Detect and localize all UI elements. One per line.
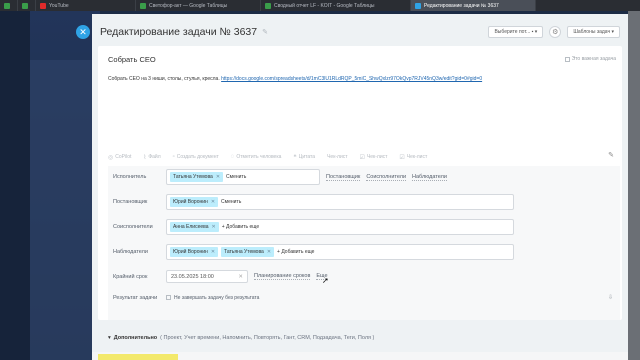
coexecutors-selector[interactable]: Анна Елисеева ✕ + Добавить еще (166, 219, 514, 235)
chevron-down-icon: ▾ (534, 29, 538, 35)
change-creator-link[interactable]: Сменить (221, 199, 241, 205)
pin-icon[interactable]: ⇩ (608, 294, 613, 301)
sheets-icon (140, 2, 146, 9)
field-label: Наблюдатели (113, 249, 148, 255)
task-form: Собрать СЕО Это важная задача Собрать СЕ… (98, 46, 622, 320)
background-panel (30, 60, 92, 360)
sheets-icon (265, 2, 271, 9)
youtube-icon (40, 2, 46, 9)
user-chip: Юрий Воронин ✕ (170, 197, 219, 207)
close-icon: ✕ (79, 26, 87, 37)
observers-selector[interactable]: Юрий Воронин ✕ Татьяна Утемова ✕ + Добавит… (166, 244, 514, 260)
formatting-brush-icon[interactable]: ✎ (608, 151, 614, 159)
toolbar-checklist[interactable]: Чек-лист (327, 154, 347, 160)
task-title-input[interactable]: Собрать СЕО (108, 55, 156, 64)
additional-items: ( Проект, Учет времени, Напомнить, Повто… (160, 335, 375, 341)
creator-selector[interactable]: Юрий Воронин ✕ Сменить (166, 194, 514, 210)
task-description[interactable]: Собрать СЕО на 3 ниши, столы, стулья, кр… (108, 76, 608, 82)
add-creator-link[interactable]: Постановщик (326, 174, 361, 181)
browser-tab[interactable] (0, 0, 18, 11)
document-icon: ▫ (172, 154, 175, 160)
slider-header: Редактирование задачи № 3637 ✎ Выберите … (92, 14, 628, 50)
browser-tab-youtube[interactable]: YouTube (36, 0, 136, 11)
user-chip: Анна Елисеева ✕ (170, 222, 219, 232)
field-deadline: Крайний срок 23.05.2025 18:00 ✕ Планирова… (108, 270, 620, 283)
toolbar-checklist[interactable]: ☑ Чек-лист (360, 154, 388, 161)
paperclip-icon: ⌇ (143, 154, 147, 161)
flow-select[interactable]: Выберите пот... ▪ ▾ (488, 26, 544, 38)
toolbar-checklist[interactable]: ☑ Чек-лист (399, 154, 427, 161)
add-observers-link[interactable]: Наблюдатели (412, 174, 447, 181)
close-slider-button[interactable]: ✕ (76, 25, 90, 39)
pin-icon[interactable]: ✎ (262, 28, 268, 36)
chevron-down-icon: ▾ (108, 335, 111, 341)
change-executor-link[interactable]: Сменить (226, 174, 246, 180)
background-right-edge (628, 11, 640, 360)
field-label: Крайний срок (113, 273, 148, 280)
remove-icon[interactable]: ✕ (211, 199, 215, 205)
templates-button[interactable]: Шаблоны задач ▾ (567, 26, 620, 38)
background-sidebar (0, 11, 30, 360)
result-required-label: Не завершать задачу без результата (174, 294, 260, 301)
remove-icon[interactable]: ✕ (212, 224, 216, 230)
remove-icon[interactable]: ✕ (267, 249, 271, 255)
user-chip: Юрий Воронин ✕ (170, 247, 219, 257)
editor-toolbar: ◎ CoPilot ⌇ Файл ▫ Создать документ ◌ Отмети… (108, 151, 618, 163)
browser-tab[interactable] (18, 0, 36, 11)
field-label: Соисполнители (113, 224, 153, 230)
additional-section[interactable]: ▾ Дополнительно ( Проект, Учет времени, … (108, 335, 374, 341)
bitrix-icon (415, 2, 421, 9)
task-edit-slider: Редактирование задачи № 3637 ✎ Выберите … (92, 14, 628, 360)
toolbar-mention[interactable]: ◌ Отметить человека (231, 154, 282, 160)
toolbar-create-document[interactable]: ▫ Создать документ (173, 154, 219, 160)
browser-tab-strip: YouTube Светофор-акт — Google Таблицы Св… (0, 0, 640, 11)
field-executor: Исполнитель Татьяна Утемова ✕ Сменить Пос… (108, 169, 620, 185)
field-label: Результат задачи (113, 294, 158, 301)
checklist-icon: ☑ (399, 154, 405, 161)
important-checkbox[interactable] (564, 56, 570, 62)
important-toggle[interactable]: Это важная задача (564, 56, 616, 62)
mouse-cursor-icon: ➚ (322, 276, 329, 285)
browser-tab-task[interactable]: Редактирование задачи № 3637 (411, 0, 536, 11)
user-chip: Татьяна Утемова ✕ (170, 172, 224, 182)
field-label: Исполнитель (113, 174, 147, 180)
task-fields: Исполнитель Татьяна Утемова ✕ Сменить Пос… (108, 166, 620, 320)
executor-selector[interactable]: Татьяна Утемова ✕ Сменить (166, 169, 320, 185)
field-creator: Постановщик Юрий Воронин ✕ Сменить (108, 194, 620, 210)
gear-icon[interactable]: ⚙ (549, 26, 562, 38)
field-coexecutors: Соисполнители Анна Елисеева ✕ + Добавить … (108, 219, 620, 235)
additional-label: Дополнительно (113, 335, 158, 341)
copilot-icon: ◎ (108, 154, 114, 161)
field-label: Постановщик (113, 199, 148, 205)
deadline-input[interactable]: 23.05.2025 18:00 ✕ (166, 270, 248, 283)
checklist-icon: ☑ (359, 154, 365, 161)
page-title: Редактирование задачи № 3637 (100, 26, 258, 38)
lock-icon: ▪ (531, 29, 534, 35)
remove-icon[interactable]: ✕ (216, 174, 220, 180)
clear-icon[interactable]: ✕ (238, 274, 243, 280)
toolbar-copilot[interactable]: ◎ CoPilot (108, 154, 131, 161)
quote-icon: ❝ (293, 154, 297, 161)
sheets-icon (4, 2, 10, 9)
person-icon: ◌ (230, 154, 235, 160)
bottom-button-bar (92, 352, 628, 360)
field-result: Результат задачи Не завершать задачу без… (108, 294, 613, 302)
save-button[interactable] (98, 354, 178, 360)
remove-icon[interactable]: ✕ (211, 249, 215, 255)
time-planning-link[interactable]: Планирование сроков (254, 273, 311, 280)
add-observer-link[interactable]: + Добавить еще (277, 249, 314, 255)
sheets-icon (22, 2, 28, 9)
field-observers: Наблюдатели Юрий Воронин ✕ Татьяна Утемов… (108, 244, 620, 260)
browser-tab-report[interactable]: Сводный отчет LF - KOIT - Google Таблицы (261, 0, 411, 11)
user-chip: Татьяна Утемова ✕ (221, 247, 275, 257)
add-coexecutor-link[interactable]: + Добавить еще (222, 224, 259, 230)
browser-tab-sheets[interactable]: Светофор-акт — Google Таблицы (136, 0, 261, 11)
toolbar-quote[interactable]: ❝ Цитата (293, 154, 315, 161)
result-required-checkbox[interactable] (166, 295, 171, 300)
toolbar-file[interactable]: ⌇ Файл (143, 154, 160, 161)
chevron-down-icon: ▾ (611, 29, 614, 35)
description-link[interactable]: https://docs.google.com/spreadsheets/d/1… (221, 76, 482, 82)
add-coexecutors-link[interactable]: Соисполнители (366, 174, 407, 181)
